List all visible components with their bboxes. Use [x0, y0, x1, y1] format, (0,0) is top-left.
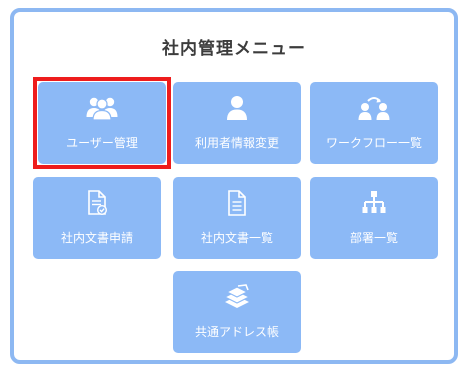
- menu-tile-workflow-list[interactable]: ワークフロー一覧: [310, 82, 438, 164]
- menu-tile-label: 部署一覧: [349, 231, 398, 245]
- menu-tile-label: 共通アドレス帳: [194, 325, 279, 339]
- menu-tile-profile-edit[interactable]: 利用者情報変更: [173, 82, 301, 164]
- menu-tile-document-list[interactable]: 社内文書一覧: [173, 177, 301, 259]
- menu-tile-label: 社内文書一覧: [200, 231, 273, 245]
- org-chart-icon: [310, 190, 438, 216]
- menu-tile-label: 社内文書申請: [60, 231, 133, 245]
- menu-tile-user-management[interactable]: ユーザー管理: [33, 77, 171, 169]
- document-check-icon: [33, 190, 161, 216]
- menu-title: 社内管理メニュー: [162, 39, 306, 59]
- address-book-stack-icon: [173, 284, 301, 310]
- document-icon: [173, 190, 301, 216]
- admin-menu-panel: 社内管理メニュー ユーザー管理 利用者情報変更 ワークフロー一覧 社内文書申請 …: [10, 8, 458, 364]
- menu-tile-label: ユーザー管理: [66, 136, 138, 150]
- menu-tile-shared-address-book[interactable]: 共通アドレス帳: [173, 271, 301, 353]
- menu-tile-document-request[interactable]: 社内文書申請: [33, 177, 161, 259]
- users-icon: [38, 95, 166, 121]
- workflow-icon: [310, 95, 438, 121]
- user-icon: [173, 95, 301, 121]
- menu-tile-department-list[interactable]: 部署一覧: [310, 177, 438, 259]
- menu-tile-label: ワークフロー一覧: [325, 136, 422, 150]
- menu-tile-label: 利用者情報変更: [194, 136, 279, 150]
